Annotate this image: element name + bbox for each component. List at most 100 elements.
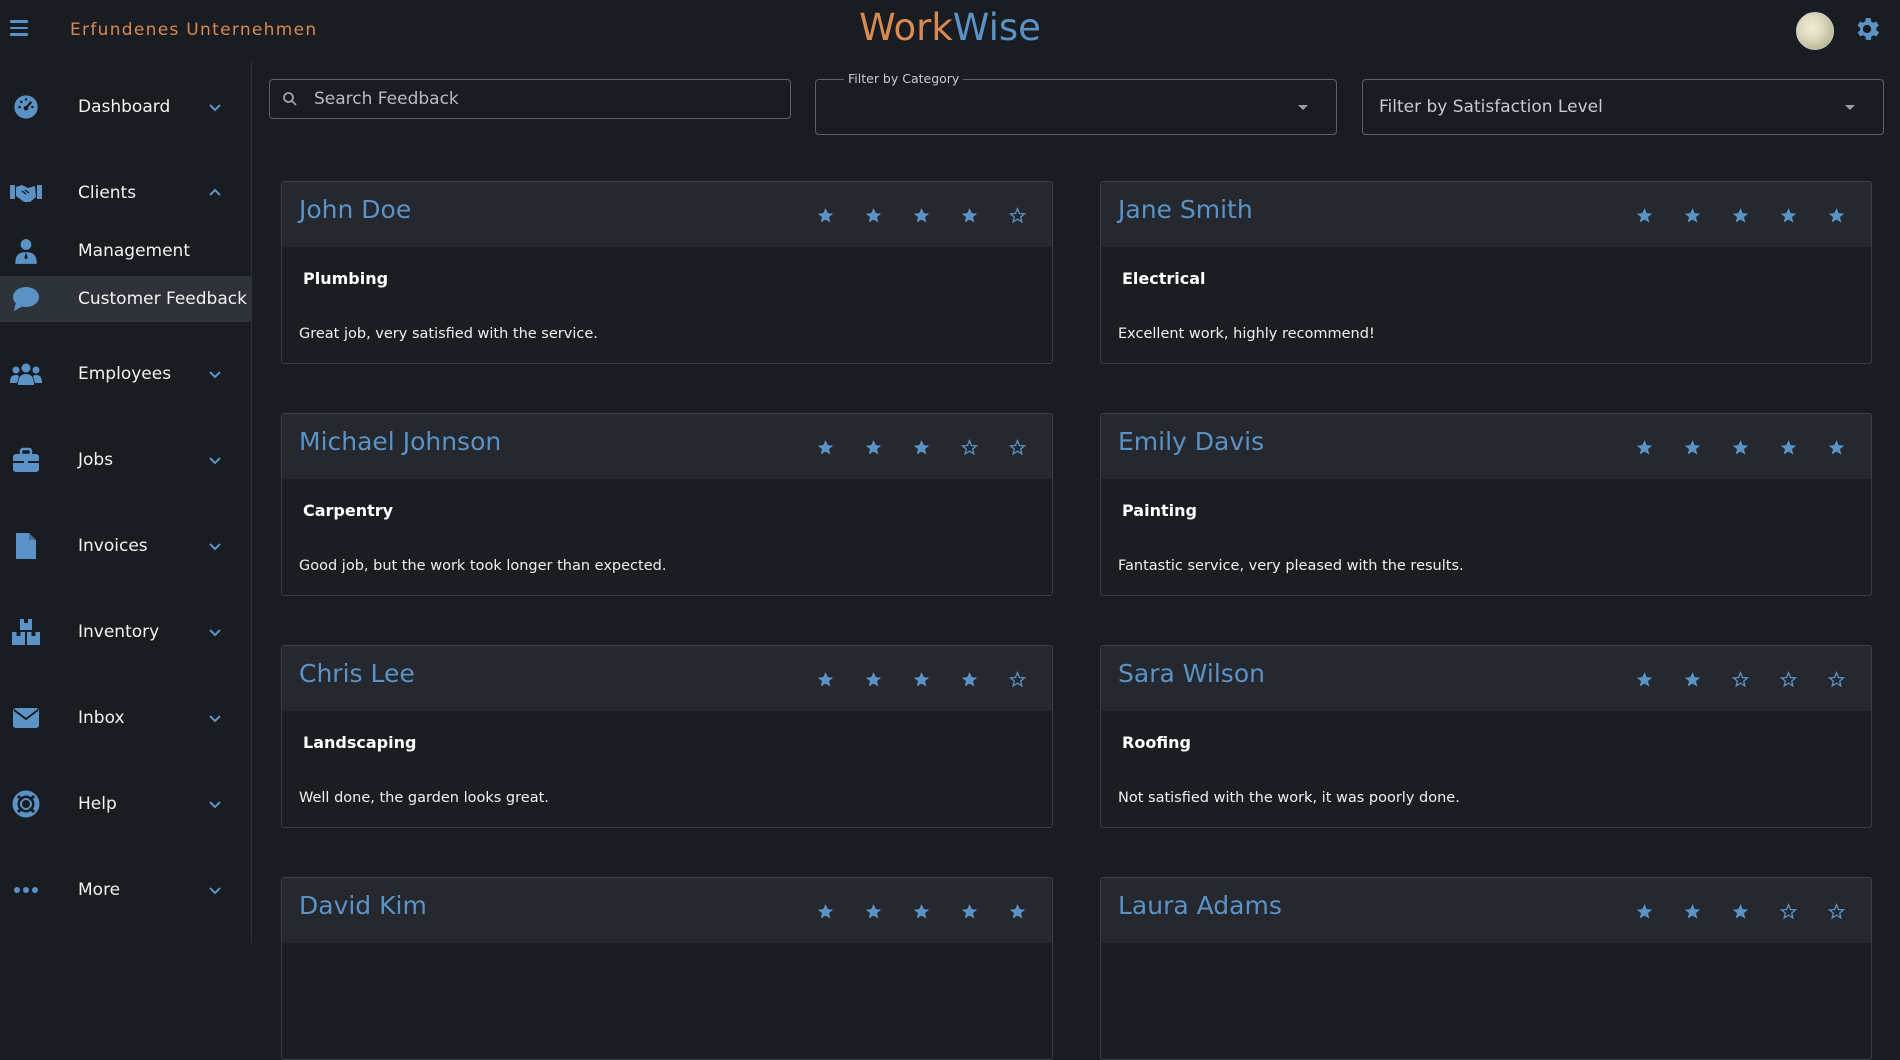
service-category: Plumbing bbox=[303, 269, 389, 288]
star-filled-icon bbox=[801, 201, 849, 229]
feedback-card[interactable]: Emily Davis Painting Fantastic service, ve… bbox=[1100, 413, 1872, 596]
star-filled-icon bbox=[849, 897, 897, 925]
feedback-card[interactable]: Michael Johnson Carpentry Good job, but th… bbox=[281, 413, 1053, 596]
chevron-down-icon bbox=[209, 371, 221, 379]
feedback-card[interactable]: Chris Lee Landscaping Well done, the garde… bbox=[281, 645, 1053, 828]
star-filled-icon bbox=[897, 433, 945, 461]
user-avatar[interactable] bbox=[1796, 12, 1834, 50]
star-empty-icon bbox=[993, 433, 1041, 461]
customer-name: David Kim bbox=[299, 891, 427, 920]
sidebar-item-dashboard[interactable]: Dashboard bbox=[0, 84, 252, 130]
card-header: Michael Johnson bbox=[282, 414, 1052, 479]
rating-stars bbox=[1620, 897, 1860, 925]
more-dots-icon bbox=[10, 874, 42, 906]
feedback-comment: Excellent work, highly recommend! bbox=[1118, 326, 1375, 342]
search-input[interactable] bbox=[314, 80, 774, 118]
sidebar-item-label: Jobs bbox=[78, 450, 114, 470]
sidebar-item-label: Inventory bbox=[78, 622, 160, 642]
sidebar-item-jobs[interactable]: Jobs bbox=[0, 437, 252, 483]
person-icon bbox=[10, 235, 42, 267]
star-filled-icon bbox=[1620, 201, 1668, 229]
feedback-card[interactable]: Jane Smith Electrical Excellent work, high… bbox=[1100, 181, 1872, 364]
star-filled-icon bbox=[801, 433, 849, 461]
card-header: Chris Lee bbox=[282, 646, 1052, 711]
star-filled-icon bbox=[993, 897, 1041, 925]
star-filled-icon bbox=[1620, 433, 1668, 461]
rating-stars bbox=[801, 665, 1041, 693]
feedback-comment: Fantastic service, very pleased with the… bbox=[1118, 558, 1464, 574]
star-filled-icon bbox=[897, 665, 945, 693]
star-filled-icon bbox=[1812, 201, 1860, 229]
star-filled-icon bbox=[1668, 201, 1716, 229]
service-category: Electrical bbox=[1122, 269, 1206, 288]
gear-icon[interactable] bbox=[1852, 14, 1882, 44]
customer-name: Sara Wilson bbox=[1118, 659, 1265, 688]
category-filter-select[interactable]: Filter by Category bbox=[815, 71, 1337, 135]
star-filled-icon bbox=[897, 201, 945, 229]
speedometer-icon bbox=[10, 91, 42, 123]
search-icon bbox=[283, 92, 297, 106]
handshake-icon bbox=[10, 177, 42, 209]
people-icon bbox=[10, 358, 42, 390]
chevron-up-icon bbox=[209, 188, 221, 196]
sidebar-item-more[interactable]: More bbox=[0, 867, 252, 913]
sidebar-item-invoices[interactable]: Invoices bbox=[0, 523, 252, 569]
satisfaction-filter-select[interactable]: Filter by Satisfaction Level bbox=[1362, 79, 1884, 135]
star-filled-icon bbox=[849, 433, 897, 461]
customer-name: Michael Johnson bbox=[299, 427, 502, 456]
star-filled-icon bbox=[1620, 665, 1668, 693]
sidebar-item-employees[interactable]: Employees bbox=[0, 351, 252, 397]
star-empty-icon bbox=[1764, 897, 1812, 925]
card-header: David Kim bbox=[282, 878, 1052, 943]
star-empty-icon bbox=[1716, 665, 1764, 693]
boxes-icon bbox=[10, 616, 42, 648]
app-logo: WorkWise bbox=[0, 6, 1900, 49]
sidebar-item-inbox[interactable]: Inbox bbox=[0, 695, 252, 741]
feedback-card[interactable]: Laura Adams bbox=[1100, 877, 1872, 1060]
document-icon bbox=[10, 530, 42, 562]
chevron-down-icon bbox=[209, 801, 221, 809]
star-filled-icon bbox=[849, 665, 897, 693]
feedback-card[interactable]: David Kim bbox=[281, 877, 1053, 1060]
category-filter-label: Filter by Category bbox=[844, 71, 964, 86]
sidebar-item-inventory[interactable]: Inventory bbox=[0, 609, 252, 655]
sidebar-item-clients[interactable]: Clients bbox=[0, 170, 252, 216]
sidebar: Dashboard Clients Management Customer Fe… bbox=[0, 62, 252, 943]
envelope-icon bbox=[10, 702, 42, 734]
sidebar-item-customer-feedback[interactable]: Customer Feedback bbox=[0, 276, 252, 322]
sidebar-item-label: Inbox bbox=[78, 708, 125, 728]
card-header: Jane Smith bbox=[1101, 182, 1871, 247]
sidebar-item-label: Employees bbox=[78, 364, 172, 384]
sidebar-item-label: Management bbox=[78, 241, 190, 261]
star-filled-icon bbox=[801, 897, 849, 925]
lifebuoy-icon bbox=[10, 788, 42, 820]
service-category: Roofing bbox=[1122, 733, 1192, 752]
sidebar-item-label: Invoices bbox=[78, 536, 148, 556]
feedback-comment: Not satisfied with the work, it was poor… bbox=[1118, 790, 1460, 806]
star-empty-icon bbox=[993, 665, 1041, 693]
customer-name: Jane Smith bbox=[1118, 195, 1253, 224]
star-filled-icon bbox=[1812, 433, 1860, 461]
chat-bubble-icon bbox=[10, 283, 42, 315]
star-filled-icon bbox=[945, 201, 993, 229]
rating-stars bbox=[1620, 665, 1860, 693]
brand-work: Work bbox=[859, 6, 953, 49]
feedback-card[interactable]: John Doe Plumbing Great job, very satisfie… bbox=[281, 181, 1053, 364]
search-box[interactable] bbox=[269, 79, 791, 119]
sidebar-item-label: More bbox=[78, 880, 121, 900]
star-filled-icon bbox=[945, 665, 993, 693]
dropdown-caret-icon bbox=[1845, 105, 1855, 110]
rating-stars bbox=[801, 897, 1041, 925]
star-filled-icon bbox=[1668, 665, 1716, 693]
feedback-comment: Great job, very satisfied with the servi… bbox=[299, 326, 598, 342]
chevron-down-icon bbox=[209, 543, 221, 551]
sidebar-item-label: Help bbox=[78, 794, 117, 814]
feedback-card[interactable]: Sara Wilson Roofing Not satisfied with the… bbox=[1100, 645, 1872, 828]
sidebar-item-management[interactable]: Management bbox=[0, 228, 252, 274]
card-header: Sara Wilson bbox=[1101, 646, 1871, 711]
star-empty-icon bbox=[945, 433, 993, 461]
sidebar-item-help[interactable]: Help bbox=[0, 781, 252, 827]
customer-name: Laura Adams bbox=[1118, 891, 1282, 920]
customer-name: Chris Lee bbox=[299, 659, 415, 688]
sidebar-item-label: Dashboard bbox=[78, 97, 171, 117]
